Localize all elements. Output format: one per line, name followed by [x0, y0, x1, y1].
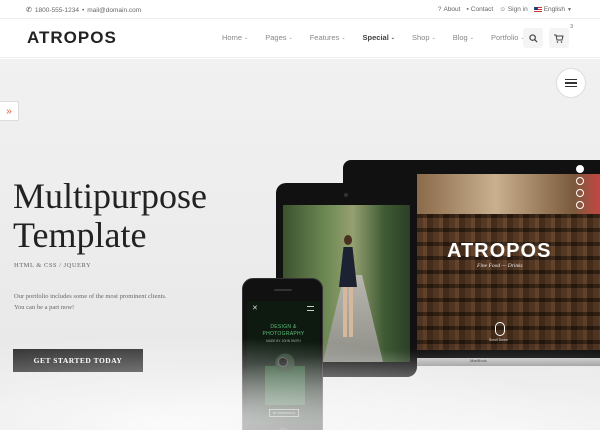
photographer-image	[265, 349, 305, 405]
nav-special[interactable]: Special ⌄	[363, 33, 395, 42]
hero-subtitle: HTML & CSS / JQUERY	[14, 262, 92, 269]
language-label: English	[543, 6, 566, 13]
slider-dot[interactable]	[576, 177, 584, 185]
phone-heading-line2: PHOTOGRAPHY	[262, 331, 305, 337]
camera-lens-image	[278, 357, 288, 367]
woman-legs	[343, 287, 353, 337]
double-chevron-right-icon: »	[6, 105, 12, 117]
phone-icon: ✆	[26, 7, 32, 14]
cart-count-badge: 3	[570, 24, 573, 30]
woman-head	[344, 235, 352, 245]
hero-desc-line1: Our portfolio includes some of the most …	[14, 293, 167, 300]
phone-heading-line1: DESIGN &	[270, 324, 297, 330]
signin-link[interactable]: ☺ Sign in	[499, 6, 528, 13]
about-link[interactable]: ? About	[438, 6, 461, 13]
side-panel-toggle[interactable]: »	[0, 101, 19, 121]
nav-shop-label: Shop	[411, 33, 430, 42]
nav-pages-label: Pages	[265, 33, 287, 42]
main-header: ATROPOS Home ⌄ Pages ⌄ Features ⌄ Special ⌄ …	[0, 19, 600, 58]
laptop-tagline: Fine Food — Drinks	[477, 263, 523, 269]
question-icon: ?	[437, 6, 442, 13]
woman-photo	[335, 235, 361, 345]
hamburger-icon	[307, 306, 314, 311]
main-nav: Home ⌄ Pages ⌄ Features ⌄ Special ⌄ Shop ⌄ Bl…	[222, 33, 525, 42]
tablet-camera	[344, 193, 348, 197]
nav-home-label: Home	[222, 33, 243, 42]
chevron-down-icon: ⌄	[431, 34, 436, 41]
chevron-down-icon: ⌄	[469, 34, 474, 41]
chevron-down-icon: ⌄	[244, 34, 249, 41]
get-started-button[interactable]: GET STARTED TODAY	[13, 349, 143, 372]
language-selector[interactable]: English ▼	[533, 6, 572, 13]
laptop-base	[343, 358, 600, 366]
nav-special-label: Special	[362, 33, 389, 42]
chevron-down-icon: ⌄	[390, 34, 395, 41]
chevron-down-icon: ⌄	[288, 34, 293, 41]
slider-dot[interactable]	[576, 201, 584, 209]
phone-byline: MADE BY JOHN SMITH	[266, 339, 301, 343]
close-icon: ✕	[252, 305, 258, 312]
scroll-down-label: Scroll Down	[489, 338, 508, 342]
slider-dot[interactable]	[576, 165, 584, 173]
nav-portfolio[interactable]: Portfolio⌄	[491, 33, 525, 42]
contact-label: Contact	[470, 6, 494, 13]
search-icon	[528, 33, 538, 43]
restaurant-image	[417, 174, 600, 214]
contact-info: ✆ 1800-555-1234 • mail@domain.com	[26, 6, 141, 15]
us-flag-icon	[533, 6, 542, 13]
nav-blog-label: Blog	[452, 33, 468, 42]
phone-screen: ✕ DESIGN & PHOTOGRAPHY MADE BY JOHN SMIT…	[247, 301, 320, 424]
nav-pages[interactable]: Pages ⌄	[265, 33, 292, 42]
hamburger-menu-button[interactable]	[556, 68, 586, 98]
nav-features-label: Features	[309, 33, 340, 42]
about-label: About	[443, 6, 461, 13]
users-icon: ☺	[499, 6, 506, 13]
slider-dot[interactable]	[576, 189, 584, 197]
hamburger-icon	[565, 79, 577, 87]
nav-home[interactable]: Home ⌄	[222, 33, 248, 42]
cart-icon	[554, 34, 564, 43]
separator: •	[81, 6, 85, 14]
nav-shop[interactable]: Shop ⌄	[412, 33, 436, 42]
hero-title-line2: Template	[13, 215, 147, 255]
nav-portfolio-label: Portfolio	[490, 33, 519, 42]
slider-pagination	[576, 165, 584, 209]
contact-link[interactable]: ▪ Contact	[466, 6, 493, 13]
phone-portfolio-button: MY PORTFOLIO	[269, 409, 299, 417]
phone-number[interactable]: 1800-555-1234	[35, 7, 79, 14]
cart-button[interactable]: 3	[549, 24, 573, 48]
hero-desc-line2: You can be a part now!	[14, 304, 75, 311]
chevron-down-icon: ⌄	[341, 34, 346, 41]
laptop-brand-text: ATROPOS	[447, 240, 552, 262]
laptop-model-label: MacBook	[470, 358, 487, 363]
chevron-down-icon: ▼	[567, 6, 572, 13]
hero-description: Our portfolio includes some of the most …	[14, 291, 214, 313]
contact-icon: ▪	[466, 6, 469, 13]
hero-title: Multipurpose Template	[13, 177, 207, 255]
hero-section: » Multipurpose Template HTML & CSS / JQU…	[0, 59, 600, 430]
laptop-screen: ATROPOS Fine Food — Drinks Scroll Down	[417, 174, 600, 350]
signin-label: Sign in	[507, 6, 528, 13]
site-logo[interactable]: ATROPOS	[27, 28, 117, 48]
email-link[interactable]: mail@domain.com	[87, 7, 141, 14]
phone-speaker	[274, 289, 292, 291]
nav-blog[interactable]: Blog ⌄	[453, 33, 474, 42]
nav-features[interactable]: Features ⌄	[310, 33, 346, 42]
hero-title-line1: Multipurpose	[13, 176, 207, 216]
woman-dress	[339, 247, 357, 287]
restaurant-tables-image	[417, 214, 600, 350]
phone-mockup: ✕ DESIGN & PHOTOGRAPHY MADE BY JOHN SMIT…	[242, 278, 323, 430]
top-links: ? About ▪ Contact ☺ Sign in English ▼	[438, 6, 572, 13]
scroll-mouse-icon	[495, 322, 505, 336]
search-button[interactable]	[523, 28, 543, 48]
top-bar: ✆ 1800-555-1234 • mail@domain.com ? About…	[0, 0, 600, 19]
